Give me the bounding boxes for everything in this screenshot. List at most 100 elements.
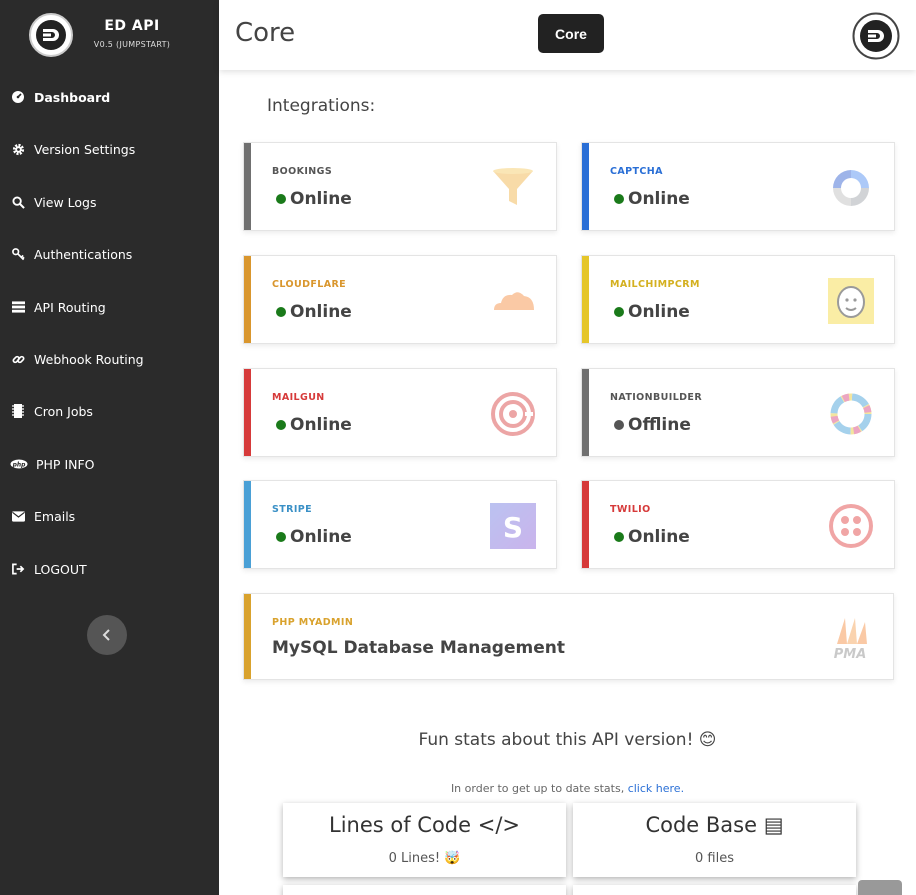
sidebar-item-webhook-routing[interactable]: Webhook Routing: [0, 339, 219, 379]
stats-title: Fun stats about this API version! 😊: [418, 730, 717, 750]
stat-box-code-base: Code Base ▤ 0 files: [573, 803, 856, 877]
integration-status: Offline: [614, 415, 691, 435]
integration-name: CLOUDFLARE: [272, 279, 347, 290]
integration-status: Online: [276, 189, 352, 209]
cloud-icon: [494, 292, 534, 310]
sidebar-item-label: Webhook Routing: [34, 351, 144, 367]
sidebar-item-php-info[interactable]: php PHP INFO: [0, 444, 219, 484]
stat-value: 0 Lines! 🤯: [388, 851, 461, 866]
status-dot: [614, 532, 624, 542]
brand: ED API V0.5 (JUMPSTART): [0, 0, 219, 70]
status-label: Online: [290, 415, 352, 435]
stat-box-partial: [283, 885, 566, 895]
sidebar-item-authentications[interactable]: Authentications: [0, 234, 219, 274]
sidebar-item-view-logs[interactable]: View Logs: [0, 182, 219, 222]
sidebar-item-label: Version Settings: [34, 141, 136, 157]
status-label: Online: [290, 527, 352, 547]
status-dot: [614, 420, 624, 430]
card-accent-bar: [244, 369, 251, 456]
memory-icon: [10, 403, 26, 419]
status-label: Online: [290, 302, 352, 322]
stats-note: In order to get up to date stats, click …: [219, 782, 916, 795]
brand-title: ED API: [104, 18, 160, 34]
integration-card-mailgun[interactable]: MAILGUN Online: [243, 368, 557, 457]
integration-status: Online: [276, 527, 352, 547]
core-button[interactable]: Core: [538, 14, 604, 53]
sidebar-item-label: Emails: [34, 508, 76, 524]
card-accent-bar: [244, 594, 251, 679]
integration-status: Online: [276, 415, 352, 435]
integration-card-bookings[interactable]: BOOKINGS Online: [243, 142, 557, 231]
refresh-stats-link[interactable]: click here.: [628, 782, 684, 795]
integration-name: STRIPE: [272, 504, 313, 515]
card-accent-bar: [582, 143, 589, 230]
mailchimp-icon: [828, 278, 874, 324]
integration-card-cloudflare[interactable]: CLOUDFLARE Online: [243, 255, 557, 344]
integration-card-captcha[interactable]: CAPTCHA Online: [581, 142, 895, 231]
integration-status: Online: [276, 302, 352, 322]
card-accent-bar: [582, 256, 589, 343]
integration-card-phpmyadmin[interactable]: PHP MYADMIN MySQL Database Management PM…: [243, 593, 894, 680]
sidebar-item-dashboard[interactable]: Dashboard: [0, 77, 219, 117]
sidebar-item-emails[interactable]: Emails: [0, 496, 219, 536]
twilio-icon: [829, 504, 873, 548]
scroll-to-top-button[interactable]: [858, 880, 902, 895]
sidebar-item-version-settings[interactable]: Version Settings: [0, 129, 219, 169]
recaptcha-icon: [833, 170, 869, 206]
status-label: Online: [628, 527, 690, 547]
integration-name: BOOKINGS: [272, 166, 333, 177]
key-icon: [10, 246, 26, 262]
integration-name: MAILCHIMPCRM: [610, 279, 700, 290]
integration-description: MySQL Database Management: [272, 638, 565, 658]
stat-title: Code Base ▤: [645, 813, 784, 837]
integration-name: TWILIO: [610, 504, 651, 515]
sidebar-item-cron-jobs[interactable]: Cron Jobs: [0, 391, 219, 431]
status-dot: [276, 420, 286, 430]
ed-logo-icon[interactable]: [852, 12, 900, 60]
sidebar-item-api-routing[interactable]: API Routing: [0, 287, 219, 327]
integration-card-stripe[interactable]: STRIPE Online S: [243, 480, 557, 569]
integration-status: Online: [614, 189, 690, 209]
envelope-icon: [10, 508, 26, 524]
integration-card-nationbuilder[interactable]: NATIONBUILDER Offline: [581, 368, 895, 457]
status-dot: [614, 307, 624, 317]
integration-card-mailchimpcrm[interactable]: MAILCHIMPCRM Online: [581, 255, 895, 344]
card-accent-bar: [582, 481, 589, 568]
pma-icon: PMA: [834, 618, 867, 660]
card-accent-bar: [244, 481, 251, 568]
status-label: Online: [628, 189, 690, 209]
sidebar: ED API V0.5 (JUMPSTART) Dashboard Versio…: [0, 0, 219, 895]
brand-version: V0.5 (JUMPSTART): [93, 40, 171, 49]
svg-text:S: S: [503, 511, 523, 544]
integration-name: CAPTCHA: [610, 166, 663, 177]
card-accent-bar: [244, 143, 251, 230]
svg-text:php: php: [12, 461, 27, 468]
server-icon: [10, 299, 26, 315]
sidebar-item-label: View Logs: [34, 194, 97, 210]
integration-card-twilio[interactable]: TWILIO Online: [581, 480, 895, 569]
stat-box-partial: [573, 885, 856, 895]
integrations-title: Integrations:: [267, 96, 376, 116]
sidebar-item-label: Dashboard: [34, 89, 111, 105]
svg-text:PMA: PMA: [834, 647, 867, 660]
gear-icon: [10, 141, 26, 157]
page-title: Core: [235, 18, 296, 48]
sidebar-item-label: PHP INFO: [36, 456, 95, 472]
sidebar-item-label: API Routing: [34, 299, 106, 315]
integration-status: Online: [614, 527, 690, 547]
stat-title: Lines of Code </>: [329, 813, 520, 837]
status-dot: [276, 307, 286, 317]
status-dot: [614, 194, 624, 204]
nationbuilder-icon: [830, 393, 872, 435]
stat-value: 0 files: [695, 851, 734, 866]
status-label: Online: [290, 189, 352, 209]
top-header: Core Core: [219, 0, 916, 70]
chevron-left-icon: [102, 629, 110, 641]
sidebar-collapse-button[interactable]: [87, 615, 127, 655]
integration-name: NATIONBUILDER: [610, 392, 703, 403]
stats-note-text: In order to get up to date stats,: [450, 782, 628, 795]
status-dot: [276, 532, 286, 542]
sidebar-item-logout[interactable]: LOGOUT: [0, 549, 219, 589]
status-dot: [276, 194, 286, 204]
sign-out-icon: [10, 561, 26, 577]
